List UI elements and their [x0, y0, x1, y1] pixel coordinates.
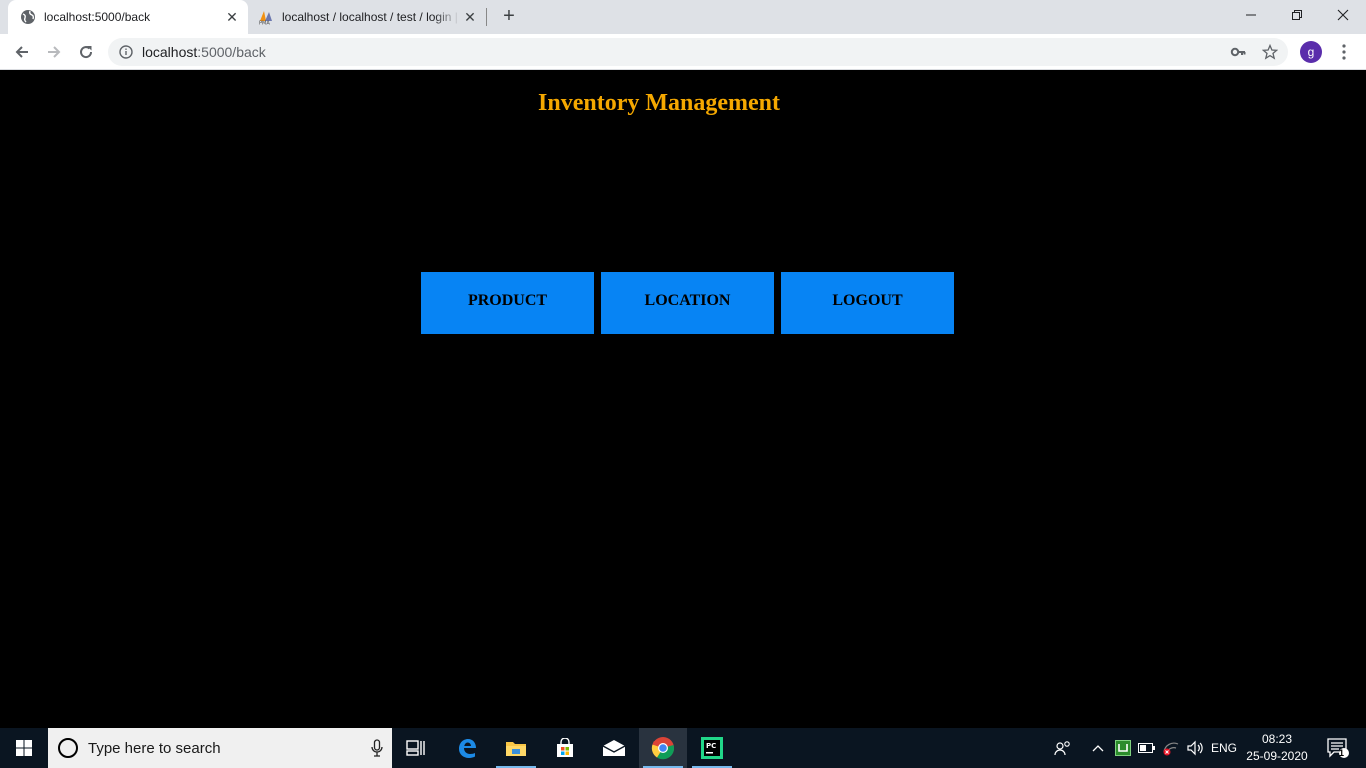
logout-button[interactable]: LOGOUT	[781, 272, 954, 334]
tab-separator	[486, 8, 487, 26]
clock-date: 25-09-2020	[1246, 749, 1308, 763]
tab-back[interactable]: localhost:5000/back ✕	[8, 0, 248, 34]
page-content: Inventory Management PRODUCT LOCATION LO…	[0, 71, 1366, 728]
windows-taskbar: Type here to search PC ENG 08:23 25-09-2…	[0, 728, 1366, 768]
close-window-button[interactable]	[1320, 0, 1366, 30]
url-path: :5000/back	[197, 44, 266, 60]
close-icon[interactable]: ✕	[460, 7, 480, 27]
people-icon[interactable]	[1050, 728, 1076, 768]
clock[interactable]: 08:23 25-09-2020	[1242, 728, 1312, 768]
edge-icon[interactable]	[443, 728, 491, 768]
close-icon[interactable]: ✕	[222, 7, 242, 27]
clock-time: 08:23	[1261, 732, 1293, 746]
file-explorer-icon[interactable]	[492, 728, 540, 768]
url-host: localhost	[142, 44, 198, 60]
address-bar[interactable]: localhost:5000/back	[108, 38, 1288, 66]
volume-icon[interactable]	[1184, 728, 1206, 768]
product-button[interactable]: PRODUCT	[421, 272, 594, 334]
mail-icon[interactable]	[590, 728, 638, 768]
chrome-icon[interactable]	[639, 728, 687, 768]
cortana-icon	[58, 738, 78, 758]
globe-icon	[20, 9, 36, 25]
profile-avatar[interactable]: g	[1300, 41, 1322, 63]
tab-title: localhost:5000/back	[44, 10, 151, 24]
search-placeholder: Type here to search	[88, 739, 221, 757]
page-title: Inventory Management	[538, 90, 780, 116]
tab-strip: localhost:5000/back ✕ PMA localhost / lo…	[0, 0, 1366, 34]
store-icon[interactable]	[541, 728, 589, 768]
network-disconnected-icon[interactable]	[1160, 728, 1182, 768]
action-center-icon[interactable]: 1	[1318, 728, 1358, 768]
notification-count: 1	[1339, 748, 1345, 758]
svg-text:PMA: PMA	[259, 21, 270, 26]
url-text: localhost:5000/back	[142, 44, 266, 60]
reload-button[interactable]	[72, 38, 100, 66]
phpmyadmin-icon: PMA	[258, 9, 274, 25]
pycharm-icon[interactable]: PC	[688, 728, 736, 768]
app-tray-icon[interactable]	[1112, 728, 1134, 768]
tab-phpmyadmin[interactable]: PMA localhost / localhost / test / login…	[248, 0, 486, 34]
location-button[interactable]: LOCATION	[601, 272, 774, 334]
chevron-up-icon[interactable]	[1088, 728, 1108, 768]
back-button[interactable]	[8, 38, 36, 66]
forward-button[interactable]	[40, 38, 68, 66]
key-icon[interactable]	[1222, 44, 1254, 60]
new-tab-button[interactable]: +	[498, 5, 520, 27]
start-button[interactable]	[0, 728, 48, 768]
info-icon[interactable]	[118, 44, 134, 60]
restore-button[interactable]	[1274, 0, 1320, 30]
browser-toolbar: localhost:5000/back g	[0, 34, 1366, 70]
bookmark-star-icon[interactable]	[1254, 44, 1286, 60]
minimize-button[interactable]	[1228, 0, 1274, 30]
windows-icon	[16, 740, 32, 756]
task-view-icon[interactable]	[392, 728, 440, 768]
svg-text:PC: PC	[706, 742, 716, 750]
menu-icon[interactable]	[1334, 41, 1354, 63]
language-indicator[interactable]: ENG	[1208, 728, 1240, 768]
battery-icon[interactable]	[1136, 728, 1158, 768]
taskbar-search[interactable]: Type here to search	[48, 728, 392, 768]
tab-title: localhost / localhost / test / login | p…	[282, 10, 460, 24]
microphone-icon[interactable]	[362, 739, 392, 757]
